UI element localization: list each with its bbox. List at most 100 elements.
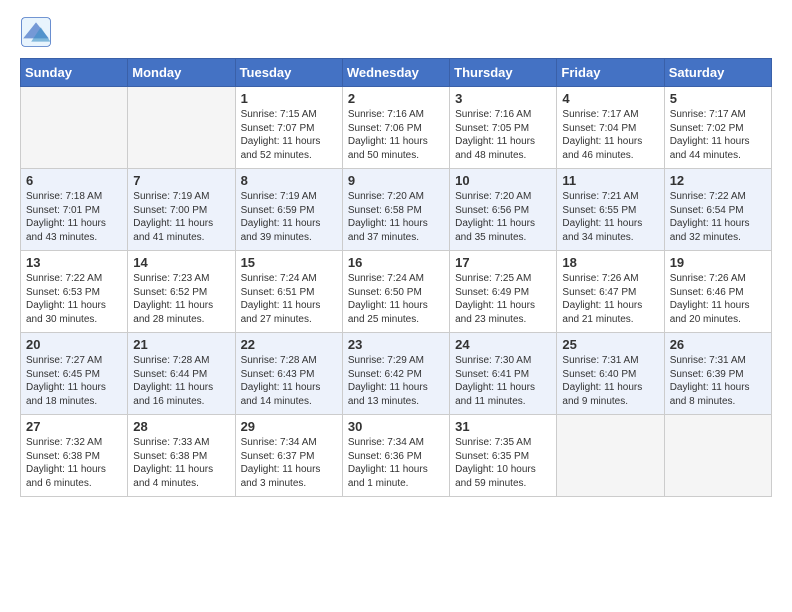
day-info: Sunrise: 7:19 AMSunset: 7:00 PMDaylight:… <box>133 190 229 244</box>
calendar-week-5: 27 Sunrise: 7:32 AMSunset: 6:38 PMDayligh… <box>21 415 772 497</box>
calendar-cell: 4 Sunrise: 7:17 AMSunset: 7:04 PMDaylight… <box>557 87 664 169</box>
logo-icon <box>20 16 52 48</box>
calendar-cell: 27 Sunrise: 7:32 AMSunset: 6:38 PMDayligh… <box>21 415 128 497</box>
day-number: 12 <box>670 173 766 188</box>
day-number: 4 <box>562 91 658 106</box>
day-number: 3 <box>455 91 551 106</box>
day-info: Sunrise: 7:15 AMSunset: 7:07 PMDaylight:… <box>241 108 337 162</box>
calendar-week-2: 6 Sunrise: 7:18 AMSunset: 7:01 PMDaylight… <box>21 169 772 251</box>
page: SundayMondayTuesdayWednesdayThursdayFrid… <box>0 0 792 513</box>
day-number: 1 <box>241 91 337 106</box>
day-number: 24 <box>455 337 551 352</box>
calendar-cell: 13 Sunrise: 7:22 AMSunset: 6:53 PMDayligh… <box>21 251 128 333</box>
day-number: 11 <box>562 173 658 188</box>
calendar-cell: 23 Sunrise: 7:29 AMSunset: 6:42 PMDayligh… <box>342 333 449 415</box>
calendar-cell <box>664 415 771 497</box>
calendar-cell: 12Sunrise: 7:22 AMSunset: 6:54 PMDayligh… <box>664 169 771 251</box>
day-number: 21 <box>133 337 229 352</box>
day-info: Sunrise: 7:26 AMSunset: 6:47 PMDaylight:… <box>562 272 658 326</box>
day-number: 23 <box>348 337 444 352</box>
day-header-tuesday: Tuesday <box>235 59 342 87</box>
day-header-sunday: Sunday <box>21 59 128 87</box>
calendar-cell: 8Sunrise: 7:19 AMSunset: 6:59 PMDaylight… <box>235 169 342 251</box>
calendar-cell: 17 Sunrise: 7:25 AMSunset: 6:49 PMDayligh… <box>450 251 557 333</box>
day-number: 7 <box>133 173 229 188</box>
calendar-cell: 24 Sunrise: 7:30 AMSunset: 6:41 PMDayligh… <box>450 333 557 415</box>
day-info: Sunrise: 7:18 AMSunset: 7:01 PMDaylight:… <box>26 190 122 244</box>
calendar-week-1: 1 Sunrise: 7:15 AMSunset: 7:07 PMDaylight… <box>21 87 772 169</box>
day-info: Sunrise: 7:29 AMSunset: 6:42 PMDaylight:… <box>348 354 444 408</box>
day-number: 2 <box>348 91 444 106</box>
day-header-thursday: Thursday <box>450 59 557 87</box>
calendar-cell: 25Sunrise: 7:31 AMSunset: 6:40 PMDayligh… <box>557 333 664 415</box>
calendar-week-4: 20 Sunrise: 7:27 AMSunset: 6:45 PMDayligh… <box>21 333 772 415</box>
day-number: 13 <box>26 255 122 270</box>
day-number: 26 <box>670 337 766 352</box>
calendar-cell: 1 Sunrise: 7:15 AMSunset: 7:07 PMDaylight… <box>235 87 342 169</box>
day-info: Sunrise: 7:28 AMSunset: 6:43 PMDaylight:… <box>241 354 337 408</box>
day-number: 31 <box>455 419 551 434</box>
day-number: 9 <box>348 173 444 188</box>
day-info: Sunrise: 7:33 AMSunset: 6:38 PMDaylight:… <box>133 436 229 490</box>
calendar-cell: 14Sunrise: 7:23 AMSunset: 6:52 PMDayligh… <box>128 251 235 333</box>
day-number: 22 <box>241 337 337 352</box>
day-info: Sunrise: 7:34 AMSunset: 6:36 PMDaylight:… <box>348 436 444 490</box>
header-row: SundayMondayTuesdayWednesdayThursdayFrid… <box>21 59 772 87</box>
day-info: Sunrise: 7:26 AMSunset: 6:46 PMDaylight:… <box>670 272 766 326</box>
day-header-monday: Monday <box>128 59 235 87</box>
day-number: 14 <box>133 255 229 270</box>
calendar-cell <box>128 87 235 169</box>
calendar-cell: 11 Sunrise: 7:21 AMSunset: 6:55 PMDayligh… <box>557 169 664 251</box>
calendar-cell: 28 Sunrise: 7:33 AMSunset: 6:38 PMDayligh… <box>128 415 235 497</box>
day-info: Sunrise: 7:28 AMSunset: 6:44 PMDaylight:… <box>133 354 229 408</box>
day-info: Sunrise: 7:31 AMSunset: 6:39 PMDaylight:… <box>670 354 766 408</box>
day-number: 5 <box>670 91 766 106</box>
day-info: Sunrise: 7:17 AMSunset: 7:04 PMDaylight:… <box>562 108 658 162</box>
day-number: 27 <box>26 419 122 434</box>
day-info: Sunrise: 7:24 AMSunset: 6:51 PMDaylight:… <box>241 272 337 326</box>
day-info: Sunrise: 7:16 AMSunset: 7:06 PMDaylight:… <box>348 108 444 162</box>
day-info: Sunrise: 7:35 AMSunset: 6:35 PMDaylight:… <box>455 436 551 490</box>
calendar-cell: 22 Sunrise: 7:28 AMSunset: 6:43 PMDayligh… <box>235 333 342 415</box>
day-info: Sunrise: 7:22 AMSunset: 6:53 PMDaylight:… <box>26 272 122 326</box>
calendar-cell: 7 Sunrise: 7:19 AMSunset: 7:00 PMDaylight… <box>128 169 235 251</box>
day-number: 28 <box>133 419 229 434</box>
day-info: Sunrise: 7:32 AMSunset: 6:38 PMDaylight:… <box>26 436 122 490</box>
calendar-cell: 15Sunrise: 7:24 AMSunset: 6:51 PMDayligh… <box>235 251 342 333</box>
day-number: 6 <box>26 173 122 188</box>
day-info: Sunrise: 7:20 AMSunset: 6:56 PMDaylight:… <box>455 190 551 244</box>
day-number: 10 <box>455 173 551 188</box>
calendar-table: SundayMondayTuesdayWednesdayThursdayFrid… <box>20 58 772 497</box>
calendar-cell: 19Sunrise: 7:26 AMSunset: 6:46 PMDayligh… <box>664 251 771 333</box>
day-info: Sunrise: 7:19 AMSunset: 6:59 PMDaylight:… <box>241 190 337 244</box>
calendar-cell: 20 Sunrise: 7:27 AMSunset: 6:45 PMDayligh… <box>21 333 128 415</box>
day-number: 29 <box>241 419 337 434</box>
calendar-cell: 26 Sunrise: 7:31 AMSunset: 6:39 PMDayligh… <box>664 333 771 415</box>
day-info: Sunrise: 7:24 AMSunset: 6:50 PMDaylight:… <box>348 272 444 326</box>
day-info: Sunrise: 7:25 AMSunset: 6:49 PMDaylight:… <box>455 272 551 326</box>
day-number: 16 <box>348 255 444 270</box>
day-info: Sunrise: 7:16 AMSunset: 7:05 PMDaylight:… <box>455 108 551 162</box>
day-number: 25 <box>562 337 658 352</box>
calendar-cell: 29 Sunrise: 7:34 AMSunset: 6:37 PMDayligh… <box>235 415 342 497</box>
day-header-friday: Friday <box>557 59 664 87</box>
day-info: Sunrise: 7:34 AMSunset: 6:37 PMDaylight:… <box>241 436 337 490</box>
day-number: 18 <box>562 255 658 270</box>
calendar-cell: 21 Sunrise: 7:28 AMSunset: 6:44 PMDayligh… <box>128 333 235 415</box>
day-info: Sunrise: 7:20 AMSunset: 6:58 PMDaylight:… <box>348 190 444 244</box>
calendar-cell: 30Sunrise: 7:34 AMSunset: 6:36 PMDayligh… <box>342 415 449 497</box>
day-info: Sunrise: 7:27 AMSunset: 6:45 PMDaylight:… <box>26 354 122 408</box>
logo <box>20 16 56 48</box>
day-header-wednesday: Wednesday <box>342 59 449 87</box>
day-info: Sunrise: 7:30 AMSunset: 6:41 PMDaylight:… <box>455 354 551 408</box>
calendar-cell: 6 Sunrise: 7:18 AMSunset: 7:01 PMDaylight… <box>21 169 128 251</box>
day-number: 17 <box>455 255 551 270</box>
day-info: Sunrise: 7:17 AMSunset: 7:02 PMDaylight:… <box>670 108 766 162</box>
header <box>20 16 772 48</box>
day-info: Sunrise: 7:21 AMSunset: 6:55 PMDaylight:… <box>562 190 658 244</box>
calendar-cell: 2 Sunrise: 7:16 AMSunset: 7:06 PMDaylight… <box>342 87 449 169</box>
day-number: 20 <box>26 337 122 352</box>
calendar-cell <box>557 415 664 497</box>
calendar-cell: 18 Sunrise: 7:26 AMSunset: 6:47 PMDayligh… <box>557 251 664 333</box>
calendar-week-3: 13 Sunrise: 7:22 AMSunset: 6:53 PMDayligh… <box>21 251 772 333</box>
